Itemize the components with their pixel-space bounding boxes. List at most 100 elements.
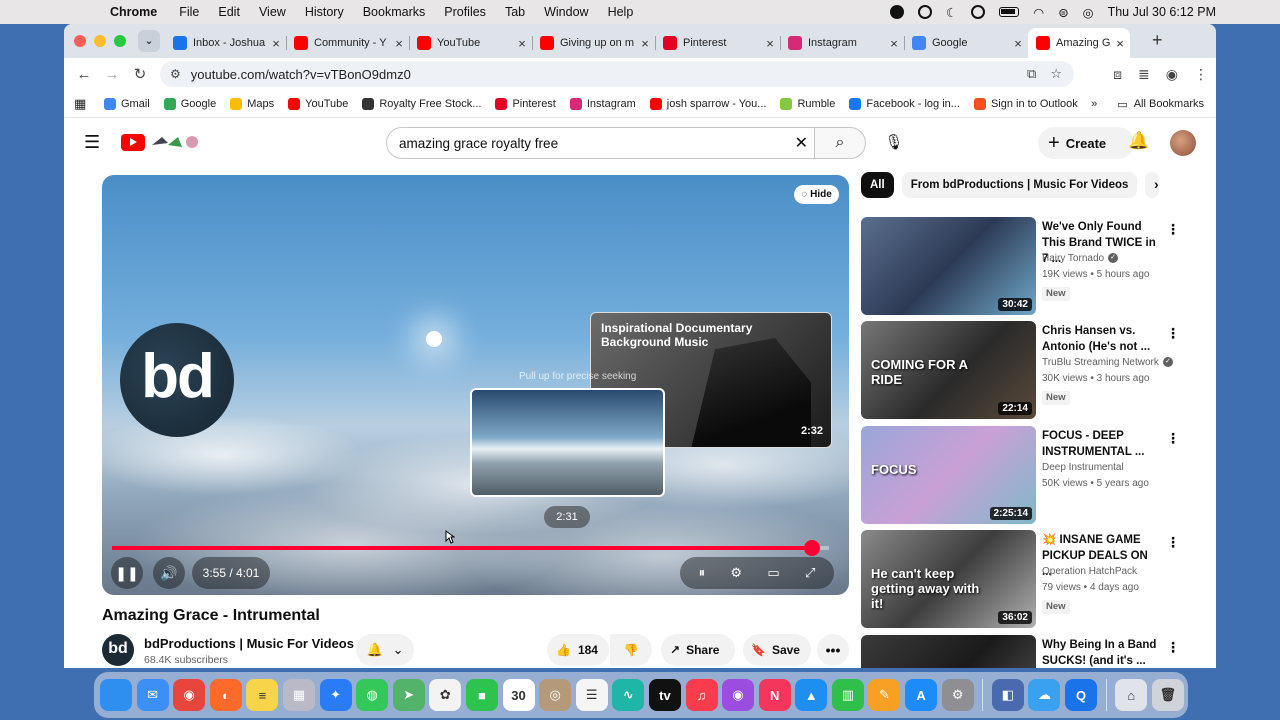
reminders-icon[interactable]: ☰ <box>575 679 608 711</box>
menu-view[interactable]: View <box>259 5 286 19</box>
more-vert-icon[interactable]: ⋮ <box>1166 534 1180 551</box>
image-capture-icon[interactable]: ◧ <box>991 679 1024 711</box>
mail-icon[interactable]: ✉ <box>136 679 169 711</box>
settings-gear-icon[interactable]: ⚙ <box>730 565 742 581</box>
address-bar[interactable]: ⚙ youtube.com/watch?v=vTBonO9dmz0 ⧉ ☆ <box>160 61 1074 87</box>
progress-bar[interactable] <box>112 540 829 556</box>
recommendation-item[interactable]: 30:42 We've Only Found This Brand TWICE i… <box>861 217 1201 317</box>
tab-3[interactable]: Giving up on m × <box>532 28 656 58</box>
dislike-button[interactable]: 👎 <box>610 634 652 666</box>
tab-close-icon[interactable]: × <box>1010 36 1026 51</box>
video-thumbnail[interactable]: He can't keep getting away with it! 36:02 <box>861 530 1036 628</box>
bookmark-item[interactable]: Royalty Free Stock... <box>362 97 481 110</box>
more-vert-icon[interactable]: ⋮ <box>1166 639 1180 656</box>
menu-window[interactable]: Window <box>544 5 588 19</box>
tv-icon[interactable]: tv <box>648 679 681 711</box>
create-button[interactable]: + Create <box>1038 127 1134 159</box>
autoplay-toggle-icon[interactable]: ⏸ <box>699 565 706 581</box>
trash-icon[interactable]: 🗑 <box>1151 679 1184 711</box>
search-input[interactable]: amazing grace royalty free ✕ <box>386 127 815 159</box>
pages-icon[interactable]: ✎ <box>868 679 901 711</box>
video-player[interactable]: bd ◌ Hide Inspirational Documentary Back… <box>102 175 849 595</box>
zoom-window-button[interactable] <box>114 35 126 47</box>
bookmark-item[interactable]: Rumble <box>780 97 835 110</box>
news-icon[interactable]: N <box>758 679 791 711</box>
more-vert-icon[interactable]: ⋮ <box>1166 221 1180 238</box>
bookmark-item[interactable]: Gmail <box>104 97 150 110</box>
menu-bookmarks[interactable]: Bookmarks <box>363 5 426 19</box>
user-icon[interactable] <box>971 5 986 19</box>
site-info-icon[interactable]: ⚙ <box>170 67 181 81</box>
calendar-icon[interactable]: 30 <box>502 679 535 711</box>
close-window-button[interactable] <box>74 35 86 47</box>
video-thumbnail[interactable] <box>861 635 1036 668</box>
all-bookmarks-button[interactable]: ▭ All Bookmarks <box>1117 98 1204 111</box>
photos-icon[interactable]: ✿ <box>429 679 462 711</box>
more-vert-icon[interactable]: ⋮ <box>1166 325 1180 342</box>
back-arrow-icon[interactable]: ← <box>70 66 98 83</box>
new-tab-button[interactable]: + <box>1152 30 1163 51</box>
finder-icon[interactable] <box>100 679 132 711</box>
bookmark-item[interactable]: Instagram <box>569 97 636 110</box>
bookmark-item[interactable]: YouTube <box>288 97 348 110</box>
tab-close-icon[interactable]: × <box>637 36 653 51</box>
podcasts-icon[interactable]: ◉ <box>722 679 755 711</box>
bookmark-item[interactable]: Pinterest <box>495 97 556 110</box>
recommendation-title[interactable]: FOCUS - DEEP INSTRUMENTAL ... <box>1042 428 1160 460</box>
music-icon[interactable]: ♫ <box>685 679 718 711</box>
wifi-icon[interactable]: ◠ <box>1033 5 1044 20</box>
tab-0[interactable]: Inbox - Joshua × <box>165 28 287 58</box>
battery-icon[interactable] <box>999 7 1020 17</box>
menu-profiles[interactable]: Profiles <box>444 5 486 19</box>
menu-file[interactable]: File <box>179 5 199 19</box>
recommendation-channel[interactable]: Operation HatchPack <box>1042 566 1137 577</box>
volume-button[interactable]: 🔊 <box>153 557 185 589</box>
chevron-right-icon[interactable]: › <box>1154 176 1159 192</box>
tab-close-icon[interactable]: × <box>886 36 902 51</box>
recommendation-channel[interactable]: Deep Instrumental <box>1042 462 1124 473</box>
forward-arrow-icon[interactable]: → <box>98 66 126 83</box>
clear-search-icon[interactable]: ✕ <box>795 133 808 153</box>
tab-search-chevron-icon[interactable]: ⌄ <box>138 30 160 52</box>
bookmark-item[interactable]: Maps <box>230 97 274 110</box>
video-thumbnail[interactable]: COMING FOR A RIDE 22:14 <box>861 321 1036 419</box>
freeform-icon[interactable]: ∿ <box>612 679 645 711</box>
contacts-icon[interactable]: ◎ <box>539 679 572 711</box>
fullscreen-icon[interactable]: ⤢ <box>805 565 815 581</box>
bookmark-item[interactable]: Sign in to Outlook <box>973 97 1078 110</box>
recommendation-item[interactable]: Why Being In a Band SUCKS! (and it's ...… <box>861 635 1201 668</box>
keynote-icon[interactable]: ▲ <box>795 679 828 711</box>
menu-tab[interactable]: Tab <box>505 5 525 19</box>
account-avatar[interactable] <box>1170 130 1196 156</box>
clock-text[interactable]: Thu Jul 30 6:12 PM <box>1108 5 1216 19</box>
chip-from-channel[interactable]: From bdProductions | Music For Videos <box>901 172 1138 198</box>
install-app-icon[interactable]: ⧉ <box>1027 66 1036 82</box>
voice-search-mic-icon[interactable]: 🎙 <box>878 127 910 159</box>
tab-5[interactable]: Instagram × <box>780 28 905 58</box>
video-thumbnail[interactable]: 30:42 <box>861 217 1036 315</box>
pause-button[interactable]: ❚❚ <box>111 557 143 589</box>
chip-all[interactable]: All <box>861 172 894 198</box>
media-controls-icon[interactable]: ≣ <box>1138 66 1150 83</box>
notes-icon[interactable]: ≡ <box>246 679 279 711</box>
tab-close-icon[interactable]: × <box>391 36 407 51</box>
youtube-doodle-icon[interactable] <box>150 133 202 151</box>
play-icon[interactable] <box>918 5 933 19</box>
moon-icon[interactable]: ☾ <box>946 5 957 20</box>
video-thumbnail[interactable]: FOCUS 2:25:14 <box>861 426 1036 524</box>
bookmarks-overflow-button[interactable]: » <box>1091 98 1097 110</box>
control-center-icon[interactable]: ⊜ <box>1058 5 1068 20</box>
recommendation-item[interactable]: FOCUS 2:25:14 FOCUS - DEEP INSTRUMENTAL ..… <box>861 426 1201 526</box>
tab-2[interactable]: YouTube × <box>409 28 533 58</box>
tab-close-icon[interactable]: × <box>514 36 530 51</box>
app-store-icon[interactable]: A <box>905 679 938 711</box>
recommendation-channel[interactable]: TruBlu Streaming Network ✓ <box>1042 357 1173 368</box>
recommendation-item[interactable]: COMING FOR A RIDE 22:14 Chris Hansen vs. A… <box>861 321 1201 421</box>
recommendation-item[interactable]: He can't keep getting away with it! 36:02… <box>861 530 1201 630</box>
extensions-icon[interactable]: ⧈ <box>1113 66 1122 83</box>
siri-icon[interactable]: ◎ <box>1083 5 1094 20</box>
subscription-bell-button[interactable]: 🔔 ⌄ <box>356 634 414 666</box>
hide-endscreen-button[interactable]: ◌ Hide <box>794 185 839 204</box>
hamburger-menu-icon[interactable]: ☰ <box>84 132 100 153</box>
recommendation-title[interactable]: Chris Hansen vs. Antonio (He's not ... <box>1042 323 1160 355</box>
